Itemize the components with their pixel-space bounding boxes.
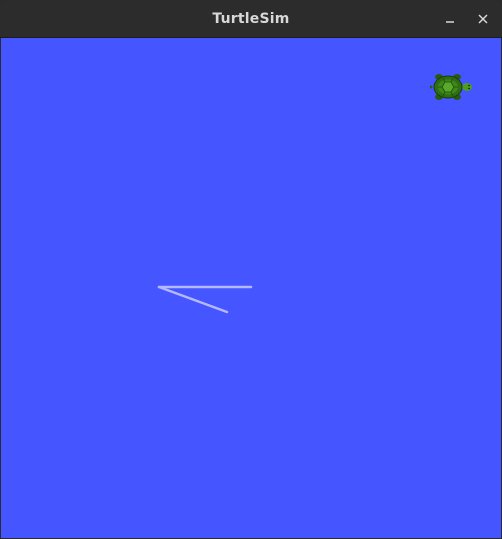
- close-button[interactable]: [472, 8, 494, 30]
- window-title: TurtleSim: [212, 11, 290, 27]
- trail-segment: [157, 285, 229, 314]
- turtle-icon: [430, 74, 472, 100]
- minimize-button[interactable]: [439, 8, 461, 30]
- minimize-icon: [446, 21, 454, 23]
- pen-trail: [157, 285, 253, 314]
- turtlesim-window: TurtleSim: [0, 0, 502, 539]
- title-bar[interactable]: TurtleSim: [0, 0, 502, 38]
- turtle-canvas: [1, 38, 501, 538]
- close-icon: [478, 14, 488, 24]
- turtle: [430, 70, 474, 104]
